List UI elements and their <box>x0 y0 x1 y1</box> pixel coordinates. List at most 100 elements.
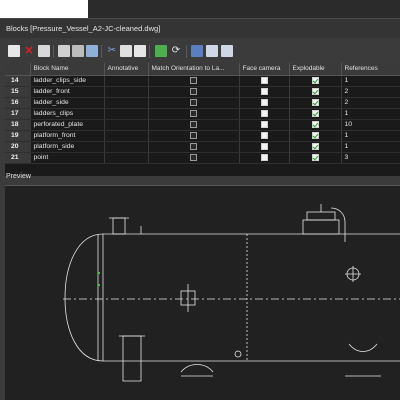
face-camera-cell[interactable] <box>239 152 290 164</box>
match-orientation-cell[interactable] <box>148 119 240 131</box>
block-name-cell[interactable]: ladder_clips_side <box>30 75 105 87</box>
match-orientation-cell[interactable] <box>148 97 240 109</box>
column-header-annotative[interactable]: Annotative <box>104 63 149 76</box>
face-camera-cell[interactable] <box>239 130 290 142</box>
explodable-checkbox[interactable] <box>311 76 319 84</box>
copy-icon[interactable] <box>120 45 132 57</box>
match-orientation-cell[interactable] <box>148 141 240 153</box>
table-row[interactable]: 18 perforated_plate 10 <box>5 119 400 131</box>
explodable-checkbox[interactable] <box>311 153 319 161</box>
table-row[interactable]: 15 ladder_front 2 <box>5 86 400 98</box>
column-header-index[interactable] <box>5 63 31 76</box>
column-header-face-camera[interactable]: Face camera <box>239 63 290 76</box>
face-camera-checkbox[interactable] <box>260 153 268 161</box>
table-row[interactable]: 14 ladder_clips_side 1 <box>5 75 400 87</box>
explodable-cell[interactable] <box>289 130 342 142</box>
rename-icon[interactable] <box>38 45 50 57</box>
annotative-cell <box>104 75 149 87</box>
block-name-cell[interactable]: platform_front <box>30 130 105 142</box>
explodable-cell[interactable] <box>289 119 342 131</box>
explodable-cell[interactable] <box>289 97 342 109</box>
preview-pane <box>5 185 400 400</box>
table-row[interactable]: 16 ladder_side 2 <box>5 97 400 109</box>
match-orientation-cell[interactable] <box>148 75 240 87</box>
block-name-cell[interactable]: platform_side <box>30 141 105 153</box>
match-orientation-checkbox[interactable] <box>190 98 197 106</box>
face-camera-checkbox[interactable] <box>260 131 268 139</box>
block-preview-drawing <box>63 204 400 382</box>
redefine-icon[interactable] <box>86 45 98 57</box>
match-orientation-checkbox[interactable] <box>190 120 197 128</box>
table-row[interactable]: 20 platform_side 1 <box>5 141 400 153</box>
match-orientation-checkbox[interactable] <box>190 153 197 161</box>
face-camera-checkbox[interactable] <box>260 98 268 106</box>
match-orientation-checkbox[interactable] <box>190 87 197 95</box>
insert-icon[interactable] <box>58 45 70 57</box>
list-view-icon[interactable] <box>206 45 218 57</box>
explodable-cell[interactable] <box>289 108 342 120</box>
face-camera-checkbox[interactable] <box>260 142 268 150</box>
face-camera-checkbox[interactable] <box>260 87 268 95</box>
paste-icon[interactable] <box>134 45 146 57</box>
table-row[interactable]: 17 ladders_clips 1 <box>5 108 400 120</box>
block-name-cell[interactable]: ladder_side <box>30 97 105 109</box>
right-nozzle-cross <box>345 266 361 282</box>
face-camera-cell[interactable] <box>239 97 290 109</box>
column-header-references[interactable]: References <box>341 63 400 76</box>
match-orientation-checkbox[interactable] <box>190 131 197 139</box>
explodable-cell[interactable] <box>289 152 342 164</box>
properties-icon[interactable] <box>155 45 167 57</box>
explodable-cell[interactable] <box>289 75 342 87</box>
face-camera-cell[interactable] <box>239 108 290 120</box>
explodable-cell[interactable] <box>289 86 342 98</box>
match-orientation-cell[interactable] <box>148 108 240 120</box>
delete-icon[interactable]: ✕ <box>23 45 35 57</box>
explodable-checkbox[interactable] <box>311 87 319 95</box>
face-camera-checkbox[interactable] <box>260 76 268 84</box>
wblock-icon[interactable] <box>72 45 84 57</box>
toolbar-separator <box>186 45 187 58</box>
details-view-icon[interactable] <box>221 45 233 57</box>
table-header: Block Name Annotative Match Orientation … <box>5 63 400 76</box>
explodable-checkbox[interactable] <box>311 120 319 128</box>
table-row[interactable]: 19 platform_front 1 <box>5 130 400 142</box>
face-camera-checkbox[interactable] <box>260 109 268 117</box>
grid-view-icon[interactable] <box>191 45 203 57</box>
new-block-icon[interactable] <box>8 45 20 57</box>
toolbar-separator <box>101 45 102 58</box>
row-number: 18 <box>5 119 31 131</box>
references-cell: 10 <box>341 119 400 131</box>
explodable-checkbox[interactable] <box>311 98 319 106</box>
explodable-cell[interactable] <box>289 141 342 153</box>
face-camera-cell[interactable] <box>239 86 290 98</box>
block-name-cell[interactable]: ladders_clips <box>30 108 105 120</box>
column-header-block-name[interactable]: Block Name <box>30 63 105 76</box>
block-name-cell[interactable]: ladder_front <box>30 86 105 98</box>
match-orientation-cell[interactable] <box>148 130 240 142</box>
explodable-checkbox[interactable] <box>311 142 319 150</box>
face-camera-cell[interactable] <box>239 75 290 87</box>
annotative-cell <box>104 152 149 164</box>
column-header-match-orientation[interactable]: Match Orientation to La... <box>148 63 240 76</box>
match-orientation-checkbox[interactable] <box>190 109 197 117</box>
block-name-cell[interactable]: point <box>30 152 105 164</box>
table-row[interactable]: 21 point 3 <box>5 152 400 164</box>
column-header-explodable[interactable]: Explodable <box>289 63 342 76</box>
block-name-cell[interactable]: perforated_plate <box>30 119 105 131</box>
row-number: 19 <box>5 130 31 142</box>
blocks-table: Block Name Annotative Match Orientation … <box>5 63 400 176</box>
annotative-cell <box>104 119 149 131</box>
face-camera-cell[interactable] <box>239 141 290 153</box>
refresh-icon[interactable]: ⟳ <box>170 45 182 57</box>
explodable-checkbox[interactable] <box>311 109 319 117</box>
match-orientation-cell[interactable] <box>148 152 240 164</box>
face-camera-cell[interactable] <box>239 119 290 131</box>
window-titlebar: Blocks [Pressure_Vessel_A2-JC-cleaned.dw… <box>0 18 400 38</box>
match-orientation-cell[interactable] <box>148 86 240 98</box>
match-orientation-checkbox[interactable] <box>190 142 197 150</box>
cut-icon[interactable]: ✂ <box>106 45 118 57</box>
face-camera-checkbox[interactable] <box>260 120 268 128</box>
match-orientation-checkbox[interactable] <box>190 76 197 84</box>
explodable-checkbox[interactable] <box>311 131 319 139</box>
row-number: 20 <box>5 141 31 153</box>
